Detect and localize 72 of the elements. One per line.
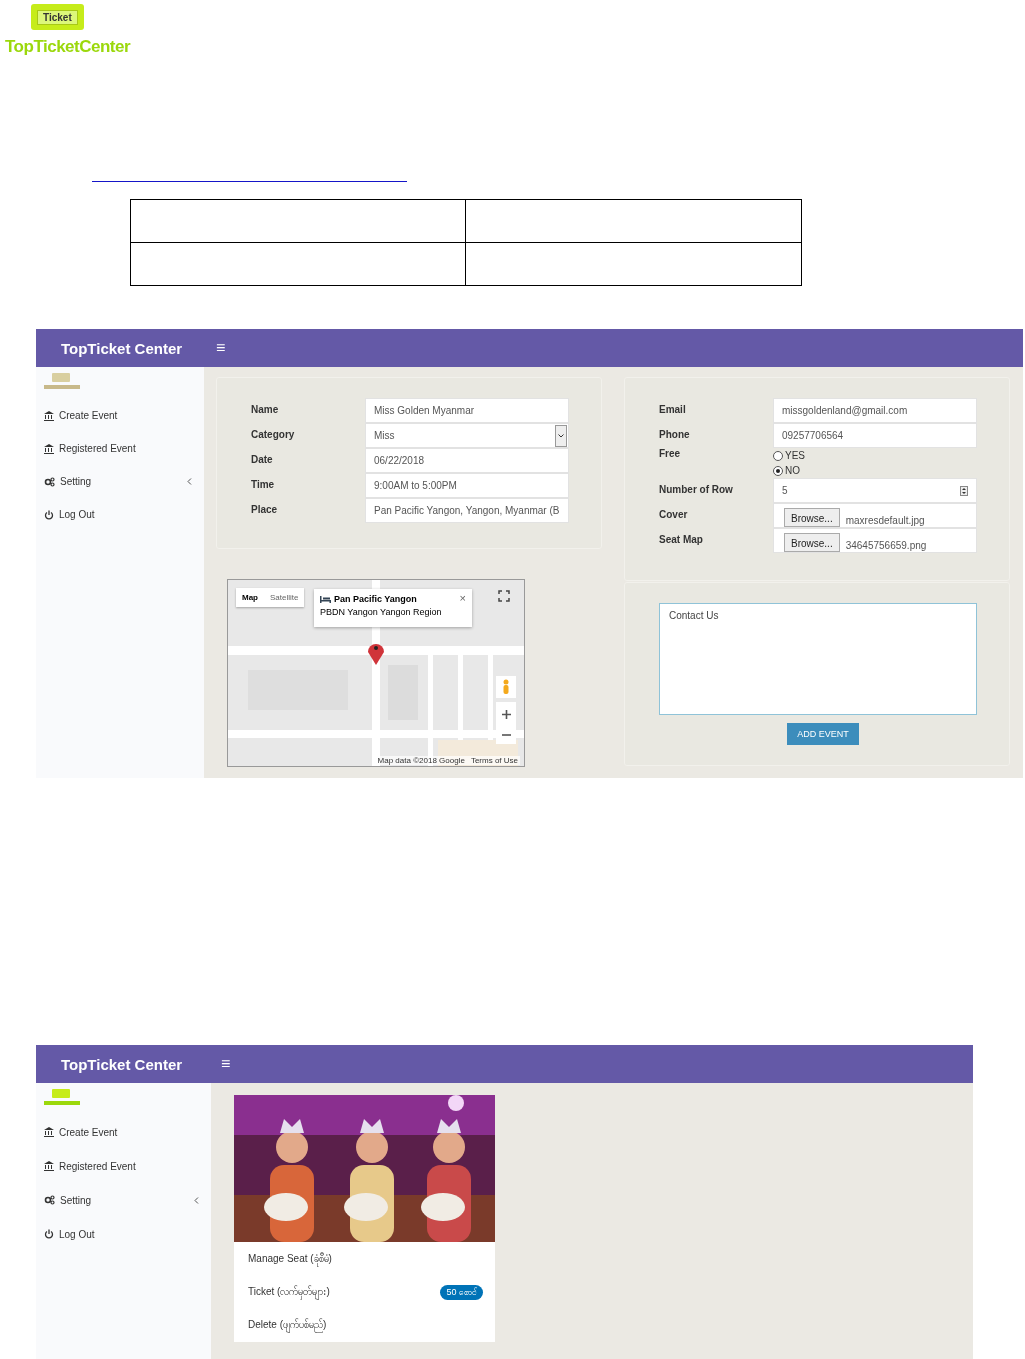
radio-option[interactable]: NO bbox=[773, 463, 977, 478]
sidebar-item[interactable]: Setting bbox=[44, 465, 204, 498]
sidebar-item[interactable]: Registered Event bbox=[44, 432, 204, 465]
app-title: TopTicket Center bbox=[61, 1055, 184, 1073]
chevron-left-icon bbox=[187, 478, 192, 485]
field-label: Time bbox=[251, 478, 276, 490]
map-type-tab[interactable]: Map bbox=[236, 588, 264, 607]
chevron-down-icon bbox=[558, 433, 564, 438]
field-label: Phone bbox=[659, 428, 691, 440]
sidebar-item[interactable]: Log Out bbox=[44, 1217, 211, 1251]
bank-icon bbox=[44, 1161, 54, 1171]
field-label: Email bbox=[659, 403, 687, 415]
brand-wordmark: TopTicketCenter bbox=[5, 37, 131, 57]
count-badge: 50 စောင် bbox=[440, 1285, 483, 1300]
logo-icon bbox=[44, 1089, 80, 1107]
browse-button[interactable]: Browse... bbox=[784, 508, 840, 527]
text-field[interactable]: Pan Pacific Yangon, Yangon, Myanmar (B bbox=[365, 498, 569, 523]
number-field[interactable]: 5 bbox=[773, 478, 977, 503]
menu-toggle[interactable]: ≡ bbox=[221, 1055, 231, 1073]
field-label: Cover bbox=[659, 508, 689, 520]
sidebar-item[interactable]: Setting bbox=[44, 1183, 211, 1217]
card-action[interactable]: Delete (ဖျက်ပစ်မည်) bbox=[234, 1309, 495, 1342]
text-field[interactable]: 9:00AM to 5:00PM bbox=[365, 473, 569, 498]
map-view[interactable]: Map Satellite Pan Pacific Yangon PBDN Yangon Yangon Region × Map data ©2018 Google Terms of Use bbox=[227, 579, 525, 767]
close-button[interactable]: × bbox=[459, 592, 466, 604]
field-label: Date bbox=[251, 453, 274, 465]
place-name: Pan Pacific Yangon bbox=[334, 594, 417, 604]
category-select[interactable]: Miss bbox=[365, 423, 569, 448]
minus-icon bbox=[501, 734, 511, 737]
spinner-icon bbox=[960, 485, 968, 496]
bed-icon bbox=[320, 595, 331, 603]
radio-option[interactable]: YES bbox=[773, 448, 977, 463]
text-field[interactable]: Miss Golden Myanmar bbox=[365, 398, 569, 423]
field-label: Number of Row bbox=[659, 483, 734, 495]
map-attribution: Map data ©2018 Google bbox=[377, 756, 465, 765]
gears-icon bbox=[44, 476, 55, 487]
card-action[interactable]: Manage Seat (ခုံစီမံ) bbox=[234, 1243, 495, 1276]
text-field[interactable]: missgoldenland@gmail.com bbox=[773, 398, 977, 423]
map-type-tab[interactable]: Satellite bbox=[264, 588, 305, 607]
place-address: PBDN Yangon Yangon Region bbox=[320, 607, 443, 617]
file-field[interactable]: Browse... 34645756659.png bbox=[773, 528, 977, 553]
plus-icon bbox=[501, 709, 511, 719]
text-field[interactable]: 06/22/2018 bbox=[365, 448, 569, 473]
field-label: Place bbox=[251, 503, 279, 515]
gears-icon bbox=[44, 1195, 55, 1205]
menu-toggle[interactable]: ≡ bbox=[216, 339, 226, 357]
bank-icon bbox=[44, 443, 54, 454]
map-attribution[interactable]: Terms of Use bbox=[470, 756, 518, 765]
bank-icon bbox=[44, 1127, 54, 1137]
browse-button[interactable]: Browse... bbox=[784, 533, 840, 552]
field-label: Category bbox=[251, 428, 296, 440]
sidebar-item[interactable]: Create Event bbox=[44, 1115, 211, 1149]
ticket-logo: Ticket bbox=[31, 4, 84, 30]
message-field[interactable]: Contact Us bbox=[659, 603, 977, 715]
add-event-button[interactable]: ADD EVENT bbox=[787, 723, 859, 745]
power-icon bbox=[44, 509, 54, 520]
app-title: TopTicket Center bbox=[61, 339, 184, 357]
bank-icon bbox=[44, 410, 54, 421]
sidebar-item[interactable]: Create Event bbox=[44, 399, 204, 432]
text-field[interactable]: 09257706564 bbox=[773, 423, 977, 448]
zoom-control[interactable] bbox=[496, 702, 516, 744]
chevron-left-icon bbox=[194, 1196, 199, 1204]
field-label: Name bbox=[251, 403, 280, 415]
field-label: Free bbox=[659, 448, 682, 459]
card-action[interactable]: Ticket (လက်မှတ်များ) 50 စောင် bbox=[234, 1276, 495, 1309]
logo-icon bbox=[44, 373, 80, 391]
field-label: Seat Map bbox=[659, 533, 704, 545]
sidebar-item[interactable]: Log Out bbox=[44, 498, 204, 531]
sidebar-item[interactable]: Registered Event bbox=[44, 1149, 211, 1183]
power-icon bbox=[44, 1229, 54, 1239]
file-field[interactable]: Browse... maxresdefault.jpg bbox=[773, 503, 977, 528]
fullscreen-icon[interactable] bbox=[498, 590, 510, 602]
